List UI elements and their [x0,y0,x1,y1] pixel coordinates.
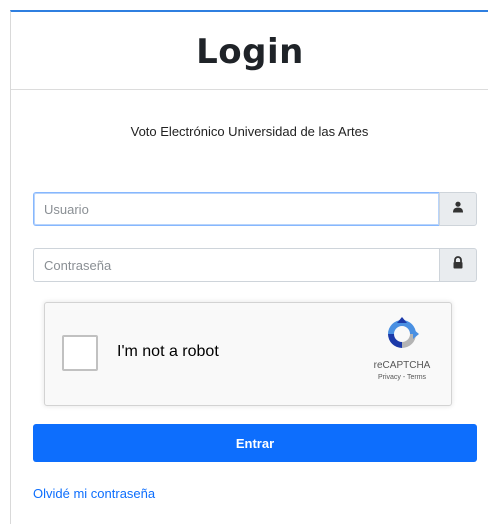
password-input[interactable] [33,248,439,282]
recaptcha-links[interactable]: Privacy - Terms [365,374,439,381]
password-group [33,248,477,282]
username-group [33,192,477,226]
page-title: Login [196,32,304,72]
card-header: Login [11,12,488,90]
recaptcha-label: I'm not a robot [117,343,219,360]
login-card: Login Voto Electrónico Universidad de la… [10,10,488,524]
recaptcha-icon [385,317,419,355]
recaptcha-logo: reCAPTCHA Privacy - Terms [365,317,439,381]
forgot-password-link[interactable]: Olvidé mi contraseña [33,486,155,501]
username-addon [439,192,477,226]
recaptcha-brand: reCAPTCHA [373,360,431,371]
user-icon [452,200,464,218]
lock-icon [452,256,464,274]
submit-button[interactable]: Entrar [33,424,477,462]
password-addon [439,248,477,282]
recaptcha-widget: I'm not a robot reCAPTCHA Privacy - Term… [44,302,452,406]
username-input[interactable] [33,192,439,226]
page: Login Voto Electrónico Universidad de la… [0,0,488,524]
subtitle: Voto Electrónico Universidad de las Arte… [130,124,369,139]
recaptcha-checkbox[interactable] [62,335,98,371]
